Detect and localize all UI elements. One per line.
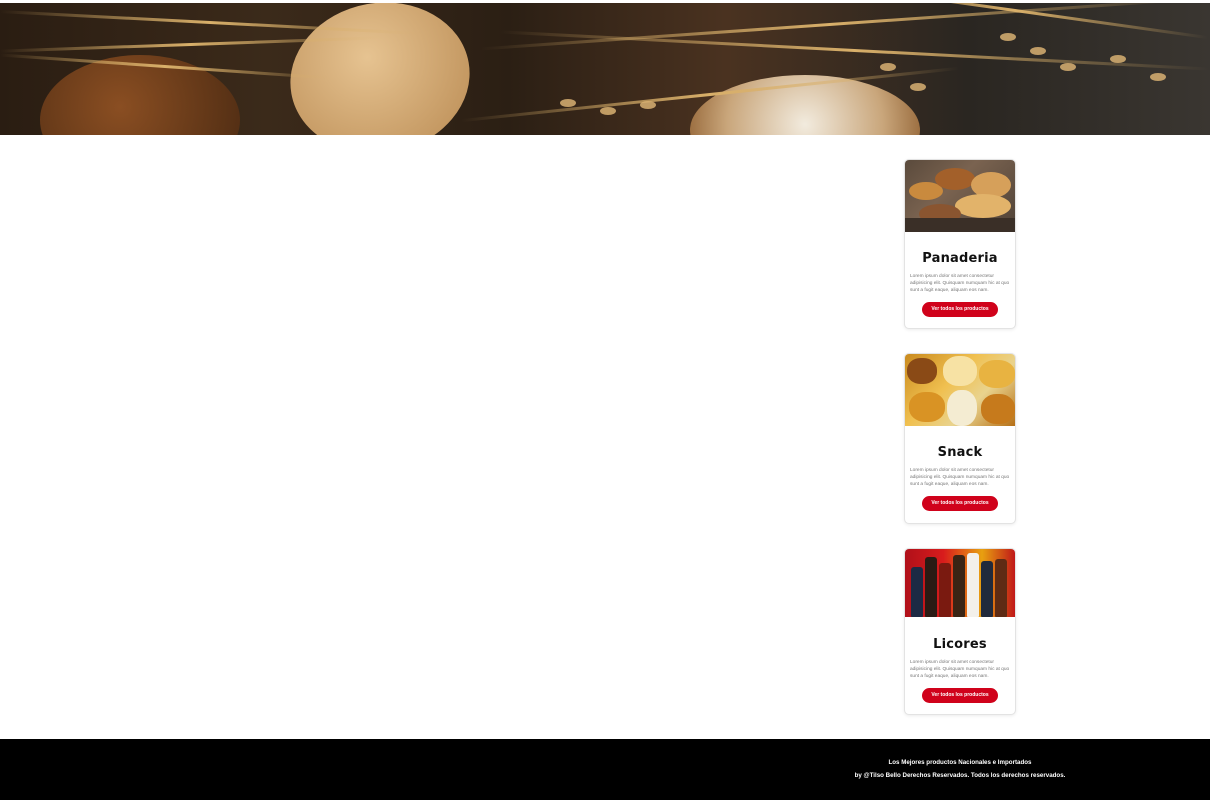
hero-banner-image — [0, 3, 1210, 135]
category-card-licores: Licores Lorem ipsum dolor sit amet conse… — [904, 548, 1016, 715]
view-all-products-button[interactable]: Ver todos los productos — [922, 496, 998, 511]
liquor-bottles-photo — [905, 549, 1015, 617]
view-all-products-button[interactable]: Ver todos los productos — [922, 688, 998, 703]
footer-credits: by @Tilso Bello Derechos Reservados. Tod… — [854, 772, 1066, 779]
card-title: Licores — [933, 637, 987, 652]
card-description: Lorem ipsum dolor sit amet consectetur a… — [910, 468, 1010, 487]
footer-tagline: Los Mejores productos Nacionales e Impor… — [888, 759, 1032, 766]
snacks-photo — [905, 354, 1015, 426]
category-card-panaderia: Panaderia Lorem ipsum dolor sit amet con… — [904, 159, 1016, 329]
card-title: Snack — [937, 445, 983, 460]
card-description: Lorem ipsum dolor sit amet consectetur a… — [910, 274, 1010, 293]
footer: Los Mejores productos Nacionales e Impor… — [0, 739, 1210, 800]
bakery-products-photo — [905, 160, 1015, 232]
view-all-products-button[interactable]: Ver todos los productos — [922, 302, 998, 317]
card-description: Lorem ipsum dolor sit amet consectetur a… — [910, 660, 1010, 679]
category-card-snack: Snack Lorem ipsum dolor sit amet consect… — [904, 353, 1016, 524]
card-title: Panaderia — [922, 251, 998, 266]
